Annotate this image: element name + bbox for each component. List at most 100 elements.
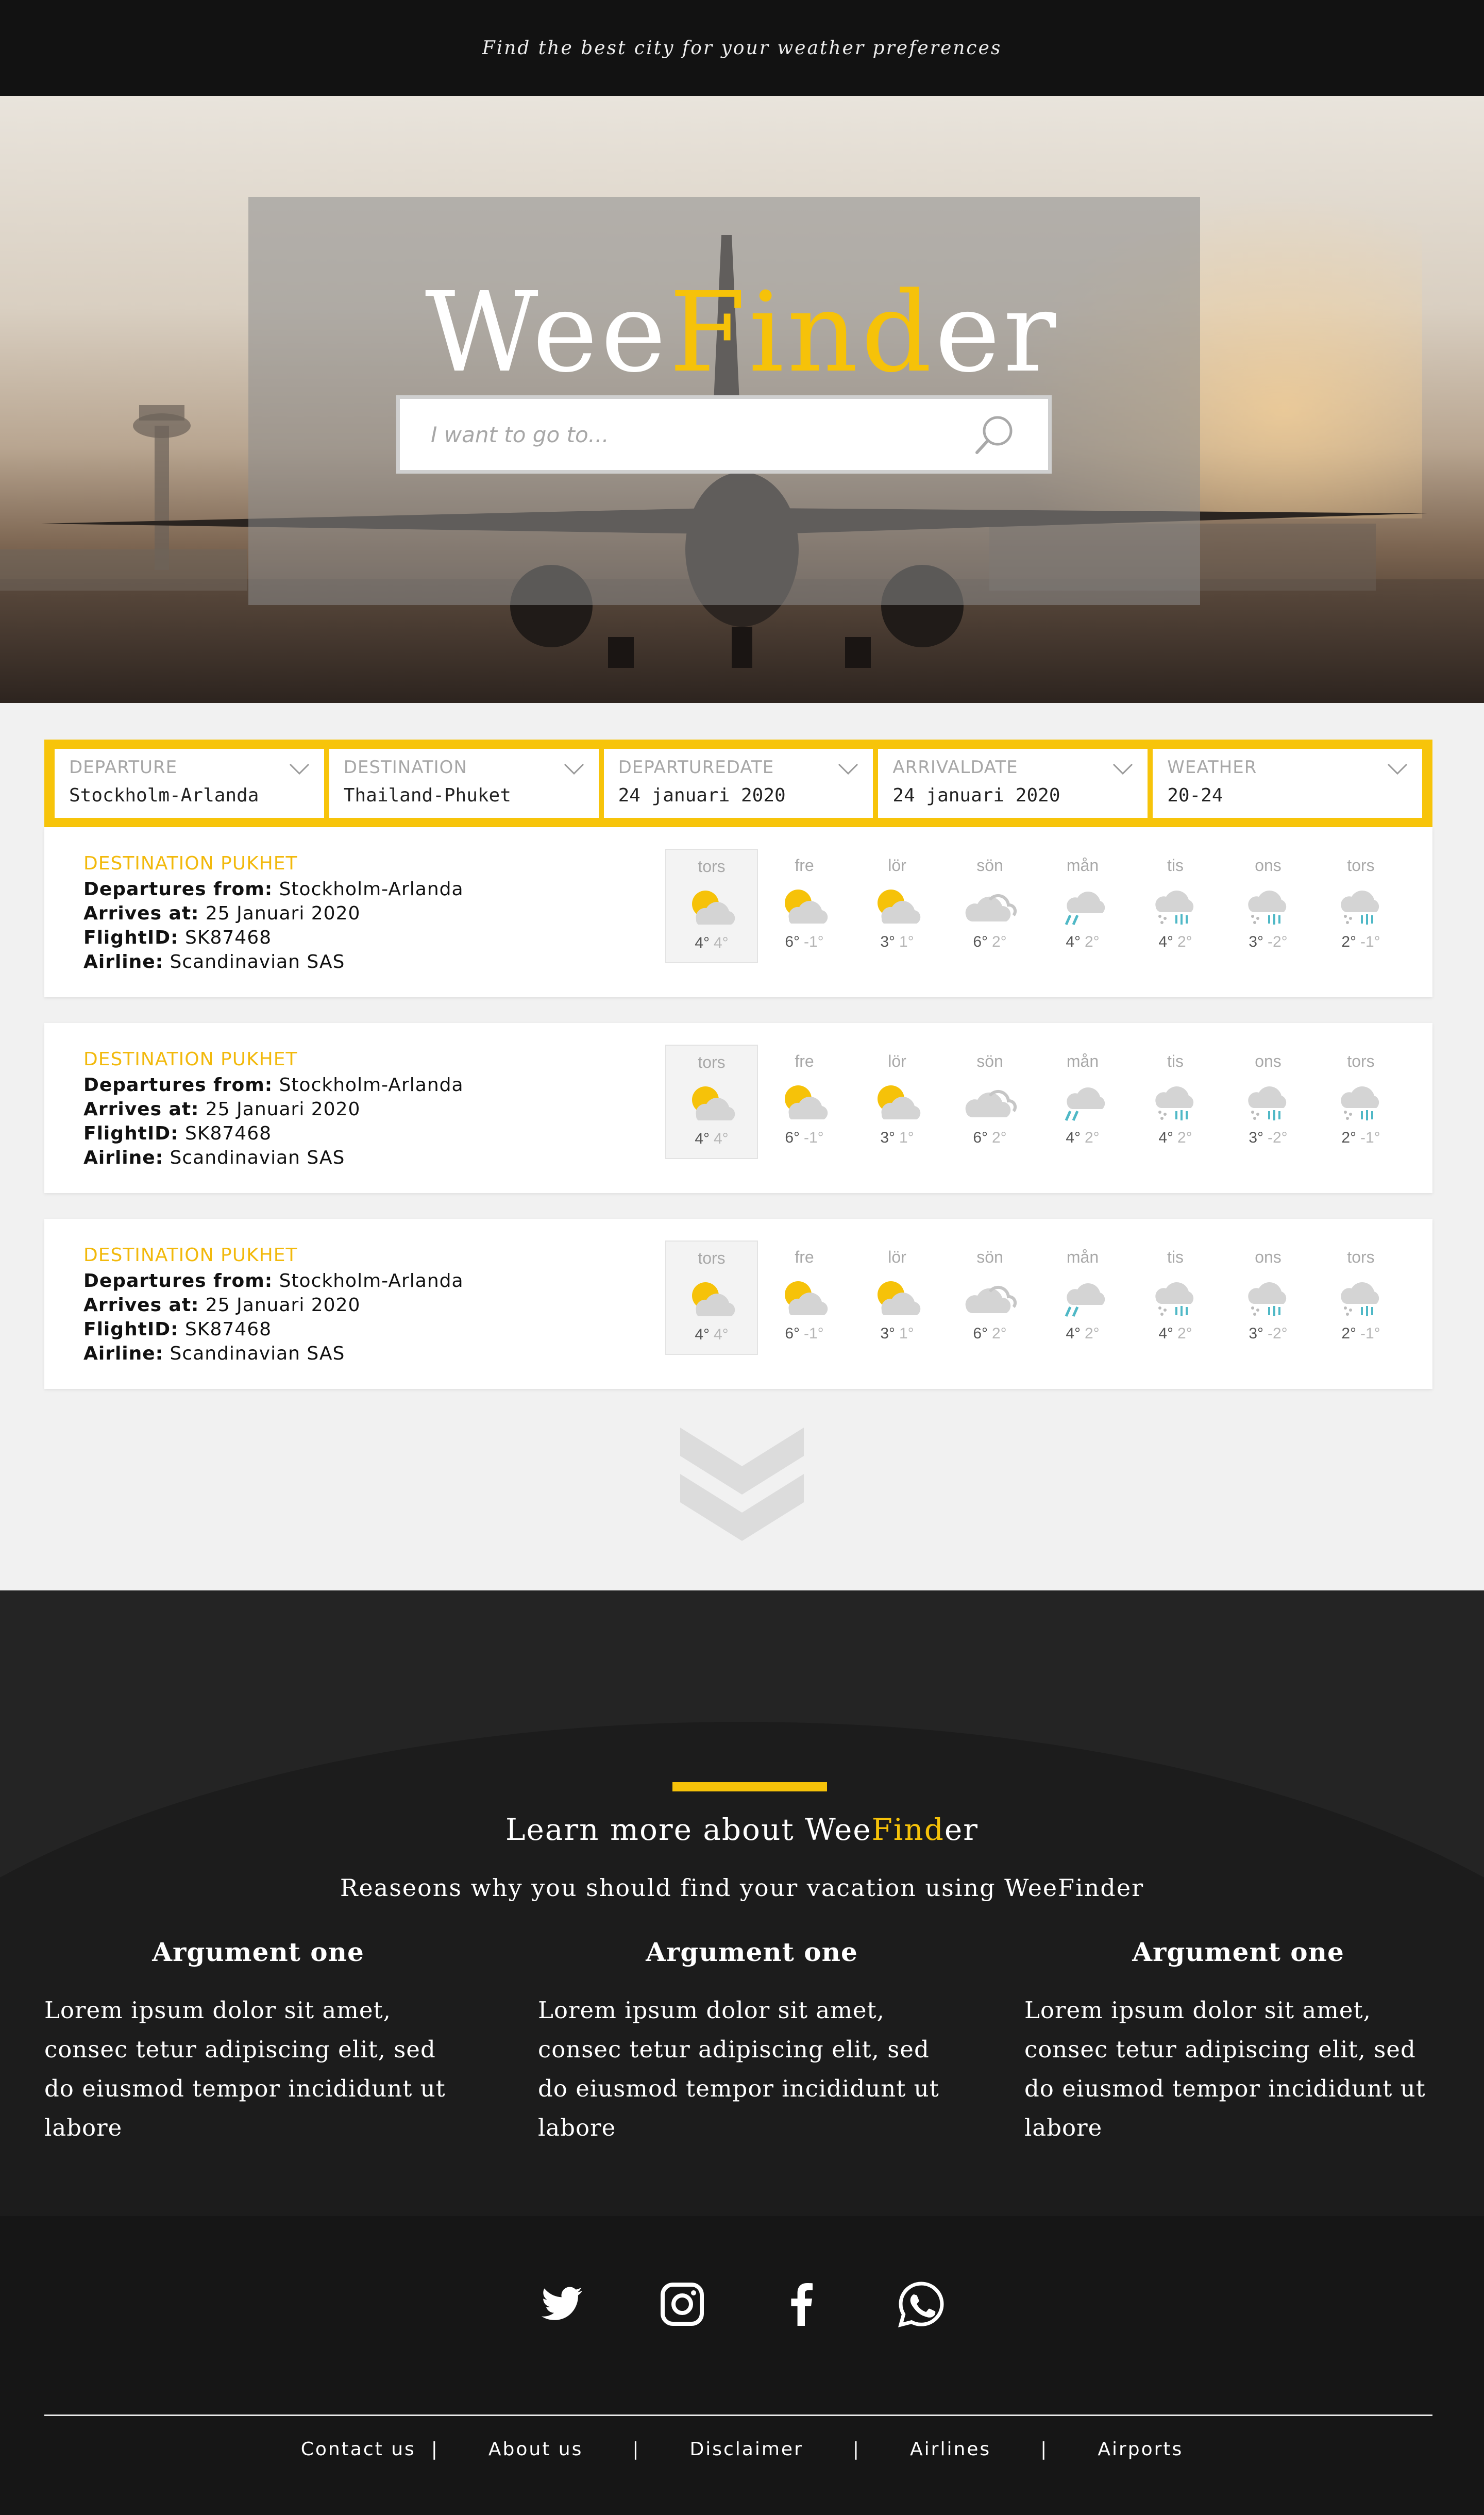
forecast-high: 4° [1066, 1325, 1081, 1342]
forecast-temperature: 2° -1° [1314, 933, 1407, 951]
forecast-temperature: 4° 2° [1129, 1325, 1222, 1343]
rain-cloud-icon [1052, 1283, 1114, 1320]
footer-links: Contact us | About us | Disclaimer | Air… [0, 2439, 1484, 2460]
forecast-temperature: 6° 2° [943, 1129, 1036, 1147]
forecast-low: -1° [804, 1129, 824, 1146]
load-more-chevron-icon[interactable] [680, 1428, 804, 1541]
arrives-row: Arrives at: 25 Januari 2020 [83, 901, 464, 926]
search-box [396, 395, 1052, 474]
facebook-icon[interactable] [778, 2281, 825, 2328]
filter-departure[interactable]: DEPARTURE Stockholm-Arlanda [55, 749, 324, 818]
argument-title: Argument one [152, 1937, 364, 1967]
forecast-temperature: 3° 1° [851, 1129, 943, 1147]
about-title-part-1: Learn more about Wee [505, 1812, 872, 1847]
departs-label: Departures from: [83, 1270, 273, 1292]
forecast-day-name: tis [1167, 1052, 1184, 1070]
whatsapp-icon[interactable] [898, 2281, 945, 2328]
footer-link-contact[interactable]: Contact us [301, 2439, 416, 2460]
forecast-temperature: 4° 2° [1036, 933, 1129, 951]
forecast-day-name: tors [1347, 1248, 1375, 1266]
forecast-low: -1° [1360, 1129, 1380, 1146]
flight-info: DESTINATION PUKHET Departures from: Stoc… [83, 1245, 464, 1366]
arrives-label: Arrives at: [83, 1295, 199, 1316]
filter-label: DEPARTURE [69, 757, 178, 778]
forecast-day-name: tors [1347, 856, 1375, 875]
about-subtitle: Reaseons why you should find your vacati… [340, 1874, 1144, 1902]
flight-row: FlightID: SK87468 [83, 926, 464, 950]
forecast-high: 3° [1249, 933, 1263, 950]
footer-link-disclaimer[interactable]: Disclaimer [690, 2439, 803, 2460]
search-icon[interactable] [971, 411, 1017, 458]
forecast-day-name: tis [1167, 1248, 1184, 1266]
forecast-day: fre 6° -1° [758, 1045, 851, 1159]
filter-weather[interactable]: WEATHER 20-24 [1153, 749, 1422, 818]
chevron-down-icon[interactable] [1387, 763, 1408, 776]
forecast-day: lör 3° 1° [851, 1240, 943, 1355]
footer-separator: | [1040, 2439, 1049, 2460]
sun-cloud-icon [681, 1282, 743, 1321]
forecast-high: 3° [1249, 1129, 1263, 1146]
departs-value: Stockholm-Arlanda [279, 879, 464, 900]
snow-rain-cloud-icon [1144, 1282, 1206, 1320]
forecast-temperature: 4° 2° [1036, 1129, 1129, 1147]
forecast-low: 4° [714, 934, 729, 951]
forecast-day: sön 6° 2° [943, 849, 1036, 963]
filter-arrival-date[interactable]: ARRIVALDATE 24 januari 2020 [878, 749, 1148, 818]
footer-link-about[interactable]: About us [488, 2439, 583, 2460]
result-card[interactable]: DESTINATION PUKHET Departures from: Stoc… [44, 1023, 1432, 1193]
footer-link-airports[interactable]: Airports [1098, 2439, 1183, 2460]
logo-part-1: Wee [425, 269, 669, 397]
forecast-low: 4° [714, 1326, 729, 1343]
forecast-day-name: ons [1255, 1248, 1281, 1266]
footer-link-airlines[interactable]: Airlines [910, 2439, 991, 2460]
forecast-high: 3° [880, 933, 895, 950]
forecast-temperature: 3° -2° [1222, 1325, 1314, 1343]
destination-title: DESTINATION PUKHET [83, 853, 298, 874]
top-bar: Find the best city for your weather pref… [0, 0, 1484, 96]
forecast-temperature: 6° -1° [758, 933, 851, 951]
sun-cloud-icon [866, 1085, 928, 1125]
social-links [0, 2281, 1484, 2328]
forecast-temperature: 4° 2° [1129, 1129, 1222, 1147]
argument-title: Argument one [1132, 1937, 1344, 1967]
flight-value: SK87468 [185, 1123, 272, 1144]
forecast-temperature: 6° -1° [758, 1129, 851, 1147]
filter-destination[interactable]: DESTINATION Thailand-Phuket [329, 749, 599, 818]
forecast-day-name: ons [1255, 1052, 1281, 1070]
forecast-temperature: 3° 1° [851, 933, 943, 951]
weather-forecast: tors 4° 4° fre 6° -1° lör 3° 1° sön 6° 2° mån 4° 2° tis… [665, 849, 1407, 963]
chevron-down-icon[interactable] [289, 763, 310, 776]
footer-separator: | [431, 2439, 439, 2460]
airline-row: Airline: Scandinavian SAS [83, 1146, 464, 1170]
forecast-day: fre 6° -1° [758, 1240, 851, 1355]
result-card[interactable]: DESTINATION PUKHET Departures from: Stoc… [44, 827, 1432, 997]
argument-text: Lorem ipsum dolor sit amet, consec tetur… [1024, 1997, 1426, 2141]
forecast-day: tis 4° 2° [1129, 1045, 1222, 1159]
forecast-day-name: lör [888, 856, 906, 875]
forecast-day: tors 2° -1° [1314, 1240, 1407, 1355]
forecast-low: 1° [899, 1325, 914, 1342]
forecast-day-name: tors [1347, 1052, 1375, 1070]
hero-banner: WeeFinder [0, 96, 1484, 703]
filter-label: WEATHER [1167, 757, 1257, 778]
chevron-down-icon[interactable] [838, 763, 858, 776]
filter-departure-date[interactable]: DEPARTUREDATE 24 januari 2020 [603, 749, 873, 818]
arrives-label: Arrives at: [83, 1099, 199, 1120]
forecast-day-name: lör [888, 1248, 906, 1266]
flight-row: FlightID: SK87468 [83, 1317, 464, 1342]
weather-forecast: tors 4° 4° fre 6° -1° lör 3° 1° sön 6° 2° mån 4° 2° tis… [665, 1045, 1407, 1159]
chevron-down-icon[interactable] [564, 763, 584, 776]
search-input[interactable] [431, 422, 971, 447]
argument-column: Argument one Lorem ipsum dolor sit amet,… [44, 1937, 472, 2148]
forecast-day: sön 6° 2° [943, 1240, 1036, 1355]
weather-forecast: tors 4° 4° fre 6° -1° lör 3° 1° sön 6° 2° mån 4° 2° tis… [665, 1240, 1407, 1355]
forecast-high: 4° [1158, 1325, 1173, 1342]
sun-cloud-icon [681, 891, 743, 930]
chevron-down-icon[interactable] [1112, 763, 1133, 776]
twitter-icon[interactable] [539, 2281, 586, 2328]
airline-value: Scandinavian SAS [170, 951, 345, 973]
instagram-icon[interactable] [659, 2281, 706, 2328]
forecast-high: 4° [1158, 933, 1173, 950]
result-card[interactable]: DESTINATION PUKHET Departures from: Stoc… [44, 1219, 1432, 1389]
sun-cloud-icon [866, 890, 928, 929]
